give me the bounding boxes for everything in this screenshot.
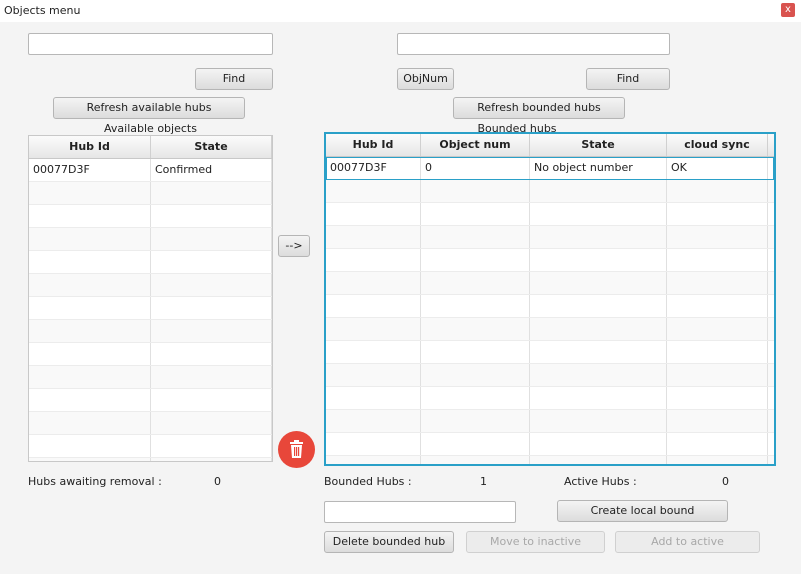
- local-bound-input[interactable]: [324, 501, 516, 523]
- column-header-object-num[interactable]: Object num: [421, 134, 530, 156]
- cell-hub-id: 00077D3F: [326, 157, 421, 179]
- empty-row: [326, 456, 774, 464]
- bounded-hubs-count-value: 1: [480, 475, 487, 488]
- active-hubs-count-value: 0: [722, 475, 729, 488]
- transfer-arrow-button[interactable]: -->: [278, 235, 310, 257]
- empty-row: [326, 272, 774, 295]
- empty-row: [29, 435, 272, 458]
- cell-cloud-sync: OK: [667, 157, 768, 179]
- available-objects-table[interactable]: Hub Id State 00077D3F Confirmed: [28, 135, 273, 462]
- empty-row: [29, 182, 272, 205]
- bounded-hubs-table[interactable]: Hub Id Object num State cloud sync 00077…: [324, 132, 776, 466]
- empty-row: [29, 343, 272, 366]
- cell-state: Confirmed: [151, 159, 272, 181]
- bounded-find-button[interactable]: Find: [586, 68, 670, 90]
- window-title: Objects menu: [4, 4, 81, 17]
- empty-row: [326, 180, 774, 203]
- empty-row: [29, 366, 272, 389]
- table-header: Hub Id State: [29, 136, 272, 159]
- empty-row: [326, 410, 774, 433]
- available-search-input[interactable]: [28, 33, 273, 55]
- bounded-search-input[interactable]: [397, 33, 670, 55]
- column-header-state[interactable]: State: [530, 134, 667, 156]
- empty-row: [326, 341, 774, 364]
- table-row[interactable]: 00077D3F 0 No object number OK: [326, 157, 774, 180]
- trash-icon: [290, 440, 303, 458]
- table-header: Hub Id Object num State cloud sync: [326, 134, 774, 157]
- empty-row: [29, 320, 272, 343]
- empty-row: [29, 228, 272, 251]
- delete-circle-button[interactable]: [278, 431, 315, 468]
- cell-state: No object number: [530, 157, 667, 179]
- hubs-awaiting-removal-label: Hubs awaiting removal :: [28, 475, 162, 488]
- empty-row: [29, 458, 272, 461]
- objnum-button[interactable]: ObjNum: [397, 68, 454, 90]
- empty-row: [326, 203, 774, 226]
- close-icon: x: [785, 4, 791, 15]
- cell-object-num: 0: [421, 157, 530, 179]
- column-header-hub-id[interactable]: Hub Id: [326, 134, 421, 156]
- hubs-awaiting-removal-value: 0: [214, 475, 221, 488]
- empty-row: [29, 297, 272, 320]
- empty-row: [29, 389, 272, 412]
- create-local-bound-button[interactable]: Create local bound: [557, 500, 728, 522]
- column-header-state[interactable]: State: [151, 136, 272, 158]
- cell-hub-id: 00077D3F: [29, 159, 151, 181]
- column-header-hub-id[interactable]: Hub Id: [29, 136, 151, 158]
- refresh-bounded-hubs-button[interactable]: Refresh bounded hubs: [453, 97, 625, 119]
- empty-row: [29, 205, 272, 228]
- refresh-available-hubs-button[interactable]: Refresh available hubs: [53, 97, 245, 119]
- empty-row: [29, 274, 272, 297]
- empty-row: [326, 249, 774, 272]
- available-objects-title: Available objects: [104, 122, 197, 135]
- available-find-button[interactable]: Find: [195, 68, 273, 90]
- empty-row: [326, 226, 774, 249]
- bounded-hubs-count-label: Bounded Hubs :: [324, 475, 412, 488]
- empty-row: [326, 433, 774, 456]
- empty-row: [326, 318, 774, 341]
- active-hubs-count-label: Active Hubs :: [564, 475, 637, 488]
- column-header-cloud-sync[interactable]: cloud sync: [667, 134, 768, 156]
- empty-row: [326, 387, 774, 410]
- table-row[interactable]: 00077D3F Confirmed: [29, 159, 272, 182]
- empty-row: [326, 364, 774, 387]
- title-bar: Objects menu x: [0, 0, 801, 22]
- close-button[interactable]: x: [781, 3, 795, 17]
- empty-row: [326, 295, 774, 318]
- move-to-inactive-button[interactable]: Move to inactive: [466, 531, 605, 553]
- add-to-active-button[interactable]: Add to active: [615, 531, 760, 553]
- empty-row: [29, 251, 272, 274]
- delete-bounded-hub-button[interactable]: Delete bounded hub: [324, 531, 454, 553]
- empty-row: [29, 412, 272, 435]
